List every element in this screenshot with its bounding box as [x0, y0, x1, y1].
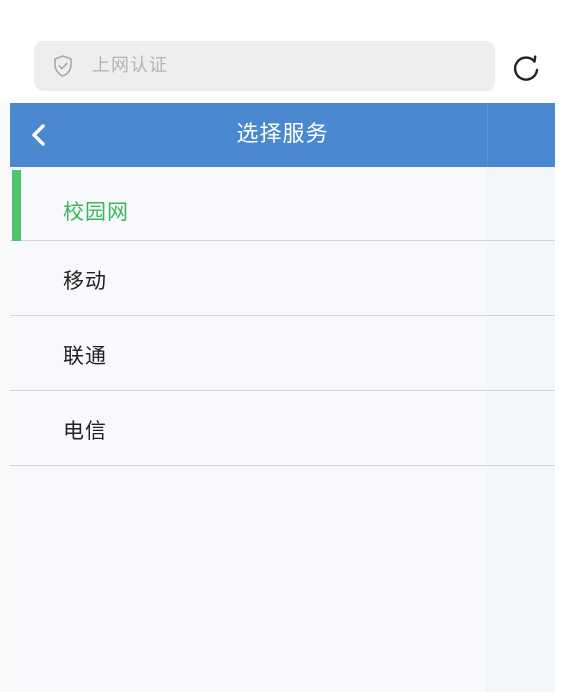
service-item-label: 电信	[63, 419, 107, 443]
service-item-mobile[interactable]: 移动	[10, 241, 555, 316]
nav-header: 选择服务	[10, 103, 555, 167]
selected-indicator	[12, 170, 21, 241]
address-bar[interactable]: 上网认证	[34, 41, 495, 91]
shield-check-icon	[54, 55, 72, 77]
address-text: 上网认证	[92, 55, 168, 76]
service-item-telecom[interactable]: 电信	[10, 391, 555, 466]
refresh-icon[interactable]	[510, 53, 542, 83]
service-item-campus[interactable]: 校园网	[10, 167, 555, 241]
service-item-label: 校园网	[63, 200, 129, 224]
back-button[interactable]	[24, 117, 54, 153]
browser-top-bar: 上网认证	[0, 0, 570, 103]
page: 上网认证 选择服务 校园网 移动 联通 电信	[0, 0, 570, 692]
right-edge	[555, 103, 570, 692]
service-item-unicom[interactable]: 联通	[10, 316, 555, 391]
service-item-label: 联通	[63, 344, 107, 368]
service-item-label: 移动	[63, 269, 107, 293]
left-edge	[0, 103, 10, 692]
page-title: 选择服务	[236, 122, 329, 147]
service-list: 校园网 移动 联通 电信	[10, 167, 555, 466]
